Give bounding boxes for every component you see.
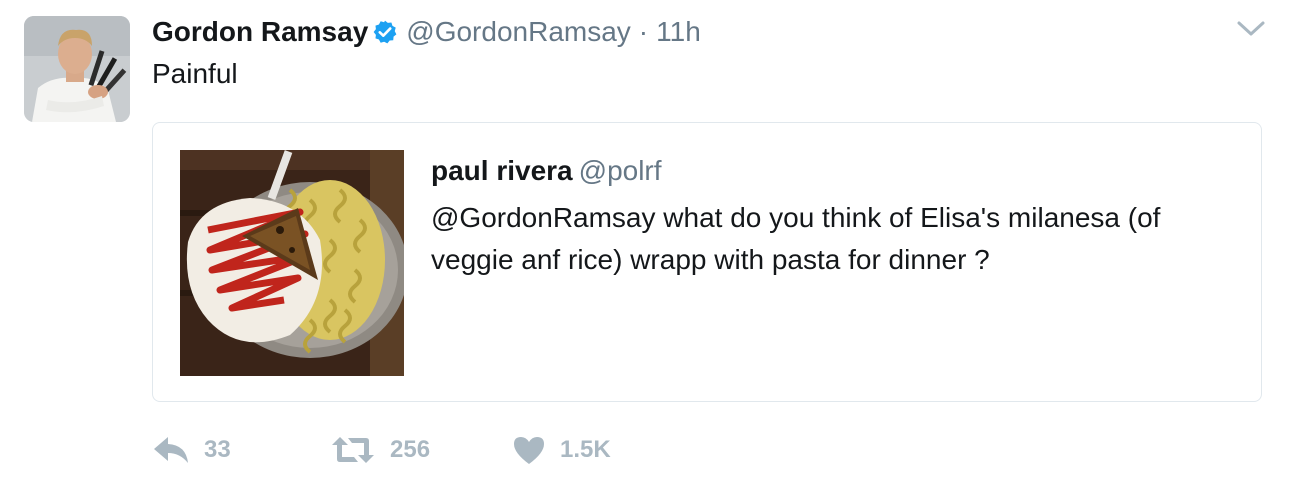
food-photo-icon [180,150,404,376]
quoted-author-handle[interactable]: @polrf [579,155,662,186]
tweet-header: Gordon Ramsay @GordonRamsay · 11h [152,14,701,50]
retweet-count: 256 [390,436,431,463]
heart-icon [514,437,544,464]
like-button[interactable]: 1.5K [512,435,611,465]
tweet-timestamp[interactable]: 11h [656,16,701,48]
retweet-button[interactable]: 256 [330,435,512,465]
verified-badge-icon [372,19,398,45]
reply-button[interactable]: 33 [152,435,292,465]
reply-icon [154,437,188,463]
quoted-tweet-image[interactable] [180,150,404,376]
like-count: 1.5K [560,436,611,463]
chef-avatar-icon [24,16,130,122]
author-avatar[interactable] [24,16,130,122]
quoted-tweet-card[interactable]: paul rivera @polrf @GordonRamsay what do … [152,122,1262,402]
quoted-author-name[interactable]: paul rivera [431,155,573,186]
author-name[interactable]: Gordon Ramsay [152,16,368,48]
separator-dot: · [638,16,649,47]
tweet-text: Painful [152,58,238,89]
tweet-actions: 33 256 1.5K [152,430,611,470]
quoted-author: paul rivera @polrf [431,155,662,187]
retweet-icon [332,437,374,463]
reply-count: 33 [204,436,231,463]
author-handle[interactable]: @GordonRamsay [406,16,631,48]
quoted-tweet-text: @GordonRamsay what do you think of Elisa… [431,202,1161,275]
tweet-menu-chevron-down-icon[interactable] [1236,18,1266,40]
